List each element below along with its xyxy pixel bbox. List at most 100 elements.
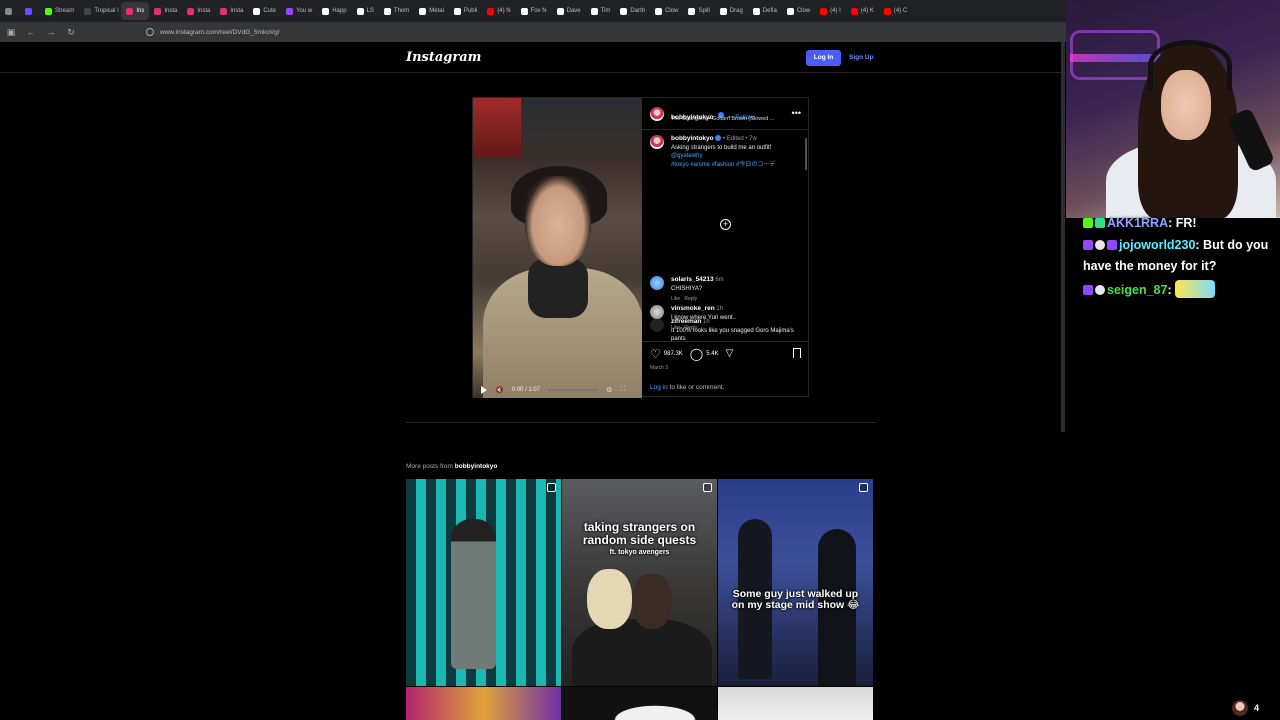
- viewer-avatar: [1232, 700, 1248, 716]
- browser-tab[interactable]: Clow: [782, 2, 815, 20]
- author-avatar[interactable]: [650, 107, 664, 121]
- grid-post[interactable]: [406, 479, 561, 686]
- reload-icon[interactable]: ↻: [66, 27, 76, 37]
- browser-tab[interactable]: (4) K: [846, 2, 879, 20]
- tab-label: Ins: [136, 8, 145, 14]
- caption-avatar[interactable]: [650, 135, 664, 149]
- sidebar-toggle-icon[interactable]: ▣: [6, 27, 16, 37]
- url-text: www.instagram.com/reel/DVdG_5mkoVg/: [160, 28, 280, 36]
- video-bg-sign: [473, 98, 521, 158]
- signup-link[interactable]: Sign Up: [849, 50, 874, 66]
- reply-link[interactable]: Reply: [684, 296, 697, 302]
- reel-video[interactable]: 🔇 0:00 / 1:07 ⚙ ⛶: [473, 98, 642, 398]
- load-more-comments-icon[interactable]: +: [720, 219, 731, 230]
- audio-track[interactable]: The Stranglers • Golden Brown (Slowed ..…: [671, 116, 774, 122]
- tab-favicon-icon: [322, 7, 330, 15]
- back-icon[interactable]: ←: [26, 27, 36, 37]
- tab-label: Publi: [463, 8, 478, 14]
- browser-tab[interactable]: [20, 2, 40, 20]
- browser-tab[interactable]: Insta: [182, 2, 215, 20]
- ig-header: Instagram Log In Sign Up: [0, 42, 1066, 73]
- browser-tab[interactable]: Thom: [379, 2, 414, 20]
- stream-chat: AKK1RRA: FR! jojoworld230: But do you ha…: [1066, 216, 1280, 720]
- browser-tab[interactable]: LS: [352, 2, 379, 20]
- like-icon[interactable]: ♡: [650, 348, 661, 360]
- browser-tab[interactable]: Insta: [149, 2, 182, 20]
- browser-tab[interactable]: Spill: [683, 2, 714, 20]
- browser-tab[interactable]: Publi: [449, 2, 482, 20]
- url-field[interactable]: www.instagram.com/reel/DVdG_5mkoVg/: [146, 28, 280, 36]
- tab-label: Cute: [263, 8, 277, 14]
- browser-tab[interactable]: Fox N: [516, 2, 552, 20]
- browser-tab[interactable]: Happ: [317, 2, 351, 20]
- site-info-icon[interactable]: [146, 28, 154, 36]
- settings-icon[interactable]: ⚙: [606, 386, 612, 394]
- comment-time: 1h: [716, 306, 724, 312]
- browser-tab[interactable]: (4) C: [879, 2, 912, 20]
- grid-post[interactable]: taking strangers on random side quests f…: [562, 479, 717, 686]
- browser-tab[interactable]: Stream: [40, 2, 79, 20]
- browser-tab[interactable]: Insta: [215, 2, 248, 20]
- tab-favicon-icon: [453, 7, 461, 15]
- like-comment-link[interactable]: Like: [671, 325, 680, 331]
- webcam-overlay: [1066, 0, 1280, 218]
- tab-label: Tim: [600, 8, 611, 14]
- reply-link[interactable]: Reply: [684, 325, 697, 331]
- comment-username[interactable]: vinsmoke_ren: [671, 305, 715, 312]
- comment-icon[interactable]: ◯: [690, 348, 703, 360]
- tab-bar: Stream Tropical I Ins Insta Insta Insta Cute Yo…: [0, 0, 1066, 22]
- mute-icon[interactable]: 🔇: [495, 386, 504, 394]
- tab-label: Insta: [164, 8, 178, 14]
- browser-tab[interactable]: (4) N: [482, 2, 515, 20]
- play-icon[interactable]: [481, 386, 487, 394]
- caption-mention[interactable]: @gyatewhy: [671, 153, 702, 159]
- browser-tab[interactable]: Dave: [552, 2, 586, 20]
- browser-tab[interactable]: Clow: [650, 2, 683, 20]
- grid-post[interactable]: [406, 687, 561, 720]
- forward-icon[interactable]: →: [46, 27, 56, 37]
- fullscreen-icon[interactable]: ⛶: [620, 386, 625, 394]
- kick-badge-icon: [1083, 218, 1093, 228]
- more-options-icon[interactable]: •••: [792, 108, 801, 118]
- video-progress[interactable]: [548, 389, 599, 391]
- browser-tab[interactable]: Drag: [715, 2, 748, 20]
- caption-hashtags[interactable]: #tokyo #anime #fashion #今日のコーデ: [671, 162, 775, 168]
- browser-tab[interactable]: Metal: [414, 2, 449, 20]
- browser-tab[interactable]: Defia: [748, 2, 782, 20]
- share-icon[interactable]: ▽: [726, 348, 734, 360]
- like-comment-link[interactable]: Like: [671, 296, 680, 302]
- comment-actions: Like Reply: [671, 296, 805, 302]
- browser-tab[interactable]: Tropical I: [79, 2, 121, 20]
- login-button[interactable]: Log In: [806, 50, 841, 66]
- grid-post[interactable]: Some guy just walked up on my stage mid …: [718, 479, 873, 686]
- instagram-logo[interactable]: Instagram: [406, 50, 481, 65]
- browser-tab[interactable]: Ins: [121, 2, 150, 20]
- browser-tab[interactable]: (4) I: [815, 2, 846, 20]
- tab-favicon-icon: [25, 7, 32, 15]
- grid-thumb-figure: [632, 574, 672, 629]
- tab-favicon-icon: [820, 7, 828, 15]
- commenter-avatar[interactable]: [650, 305, 664, 319]
- caption-text: Asking strangers to build me an outfit!: [671, 144, 772, 151]
- browser-tab[interactable]: [0, 2, 20, 20]
- browser-tab[interactable]: You w: [281, 2, 317, 20]
- post-date: March 3: [650, 365, 669, 371]
- browser-tab[interactable]: Tim: [586, 2, 616, 20]
- browser-tab[interactable]: Darth: [615, 2, 650, 20]
- cloud-badge-icon: [1095, 285, 1105, 295]
- save-icon[interactable]: [793, 348, 801, 358]
- browser-tab[interactable]: Cute: [248, 2, 281, 20]
- commenter-avatar[interactable]: [650, 276, 664, 290]
- grid-post[interactable]: [562, 687, 717, 720]
- page-scrollbar[interactable]: [1061, 42, 1065, 432]
- tab-label: Spill: [698, 8, 710, 14]
- tab-favicon-icon: [220, 7, 228, 15]
- post-sidebar: bobbyintokyo • Follow The Stranglers • G…: [642, 98, 809, 398]
- comment-username[interactable]: solaris_54213: [671, 276, 714, 283]
- comments-scrollbar[interactable]: [805, 138, 807, 170]
- caption-username[interactable]: bobbyintokyo: [671, 135, 714, 142]
- more-posts-username[interactable]: bobbyintokyo: [455, 463, 498, 470]
- login-link[interactable]: Log in: [650, 384, 668, 391]
- twitch-badge-icon: [1083, 240, 1093, 250]
- grid-post[interactable]: [718, 687, 873, 720]
